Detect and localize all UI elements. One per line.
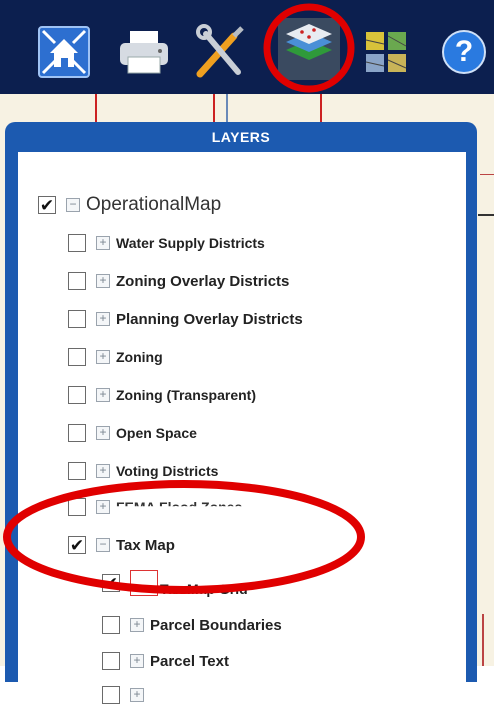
expand-icon[interactable]: +	[130, 618, 144, 632]
layer-row: + Planning Overlay Districts	[68, 306, 303, 332]
layer-label: Zoning	[116, 349, 163, 365]
map-road-line	[226, 94, 228, 124]
layer-checkbox[interactable]	[102, 686, 120, 704]
expand-icon[interactable]: +	[96, 350, 110, 364]
expand-icon[interactable]: +	[96, 388, 110, 402]
layer-label: Voting Districts	[116, 463, 219, 479]
layer-label: Planning Overlay Districts	[116, 310, 303, 328]
map-feature-line	[480, 174, 494, 175]
help-icon: ?	[442, 30, 486, 74]
highlight-circle-layers	[263, 3, 355, 93]
print-button[interactable]	[114, 22, 174, 82]
layer-checkbox[interactable]	[68, 234, 86, 252]
layers-tree: ✔ − OperationalMap + Water Supply Distri…	[18, 152, 466, 712]
tools-button[interactable]	[190, 22, 250, 82]
expand-icon[interactable]: +	[96, 426, 110, 440]
expand-icon[interactable]: +	[96, 274, 110, 288]
layers-panel: LAYERS ✔ − OperationalMap + Water Supply…	[5, 122, 477, 712]
layer-checkbox[interactable]	[68, 424, 86, 442]
layer-row: + Water Supply Districts	[68, 230, 265, 256]
layer-row: +	[102, 682, 150, 708]
layer-row: + Zoning	[68, 344, 163, 370]
layer-checkbox[interactable]: ✔	[38, 196, 56, 214]
map-feature-line	[482, 614, 484, 666]
toolbar: ?	[0, 0, 494, 94]
layer-row: + Parcel Text	[102, 648, 229, 674]
layer-label: Zoning Overlay Districts	[116, 272, 290, 290]
layer-label: Open Space	[116, 425, 197, 441]
layer-row: + Zoning (Transparent)	[68, 382, 256, 408]
collapse-icon[interactable]: −	[66, 198, 80, 212]
map-parcel-line	[213, 94, 215, 124]
layer-row: + Open Space	[68, 420, 197, 446]
tools-icon	[196, 24, 244, 78]
map-parcel-line	[95, 94, 97, 124]
print-icon	[120, 31, 168, 74]
layer-checkbox[interactable]	[68, 348, 86, 366]
expand-icon[interactable]: +	[130, 688, 144, 702]
expand-icon[interactable]: +	[96, 312, 110, 326]
layer-checkbox[interactable]	[68, 272, 86, 290]
layer-label: Zoning (Transparent)	[116, 387, 256, 403]
layer-label: Parcel Text	[150, 652, 229, 670]
layer-label: Parcel Boundaries	[150, 616, 282, 634]
expand-icon[interactable]: +	[96, 236, 110, 250]
basemap-gallery-button[interactable]	[356, 22, 416, 82]
map-parcel-line	[320, 94, 322, 124]
basemap-gallery-icon	[365, 32, 407, 72]
layer-row-operationalmap: ✔ − OperationalMap	[38, 192, 221, 218]
home-extent-icon	[38, 26, 90, 78]
layer-row: + Parcel Boundaries	[102, 612, 282, 638]
highlight-ellipse-taxmap	[3, 480, 365, 594]
layers-panel-title: LAYERS	[211, 129, 271, 145]
layer-label: Water Supply Districts	[116, 235, 265, 251]
help-button[interactable]: ?	[436, 22, 492, 82]
layer-checkbox[interactable]	[68, 386, 86, 404]
layer-checkbox[interactable]	[102, 652, 120, 670]
map-feature-line	[478, 214, 494, 216]
layer-checkbox[interactable]	[68, 310, 86, 328]
layer-checkbox[interactable]	[102, 616, 120, 634]
expand-icon[interactable]: +	[96, 464, 110, 478]
layer-row: + Zoning Overlay Districts	[68, 268, 289, 294]
home-extent-button[interactable]	[34, 22, 94, 82]
layer-label: OperationalMap	[86, 194, 222, 215]
